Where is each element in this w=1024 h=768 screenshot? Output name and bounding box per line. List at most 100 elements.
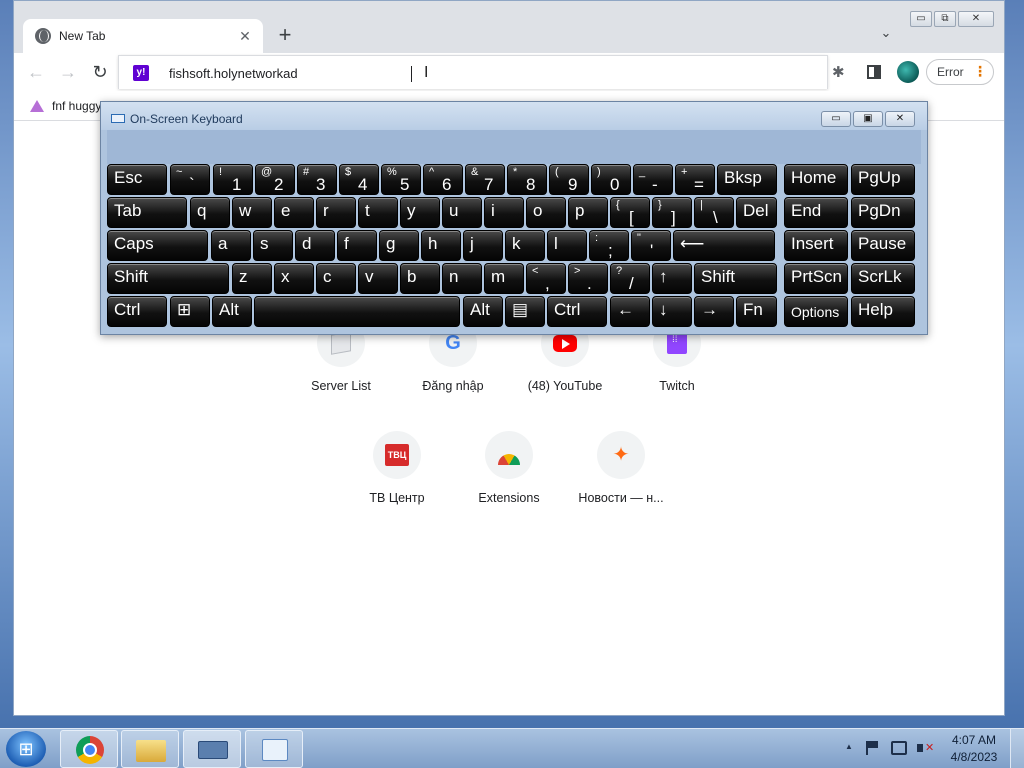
onscreen-keyboard-icon[interactable] [183,730,241,768]
key-bksp[interactable]: Bksp [717,164,777,195]
key-alt[interactable]: Alt [463,296,503,327]
shortcut-tile[interactable]: ✦ Новости — н... [565,431,677,531]
key-esc[interactable]: Esc [107,164,167,195]
key-symbol[interactable]: <, [526,263,566,294]
key-prtscn[interactable]: PrtScn [784,263,848,294]
key-pause[interactable]: Pause [851,230,915,261]
key-up-arrow[interactable]: ↑ [652,263,692,294]
key-c[interactable]: c [316,263,356,294]
action-center-flag-icon[interactable] [866,741,878,755]
close-window-button[interactable]: ✕ [958,11,994,27]
key-caps[interactable]: Caps [107,230,208,261]
key-symbol[interactable]: _ - [633,164,673,195]
network-icon[interactable] [891,741,907,755]
control-panel-icon[interactable] [245,730,303,768]
bookmark-item[interactable]: fnf huggy [30,97,101,115]
osk-close-button[interactable]: ✕ [885,111,915,127]
key-4[interactable]: $4 [339,164,379,195]
key-symbol[interactable]: " ' [631,230,671,261]
tab-close-icon[interactable]: ✕ [235,26,255,46]
key-y[interactable]: y [400,197,440,228]
key-enter[interactable]: ⟵ [673,230,775,261]
forward-arrow-icon[interactable]: → [56,61,80,85]
extensions-puzzle-icon[interactable]: ✱ [832,63,852,81]
key-insert[interactable]: Insert [784,230,848,261]
key-symbol[interactable]: }] [652,197,692,228]
key-fn[interactable]: Fn [736,296,777,327]
clock-time[interactable]: 4:07 AM [944,733,1004,747]
key-r[interactable]: r [316,197,356,228]
key-l[interactable]: l [547,230,587,261]
key-symbol[interactable]: {[ [610,197,650,228]
key-8[interactable]: * 8 [507,164,547,195]
key-b[interactable]: b [400,263,440,294]
key-6[interactable]: ^ 6 [423,164,463,195]
key-ctrl[interactable]: Ctrl [107,296,167,327]
key-right-arrow[interactable]: → [694,296,734,327]
osk-titlebar[interactable]: On-Screen Keyboard ▭ ▣ ✕ [101,102,927,130]
key-symbol[interactable]: ~ ` [170,164,210,195]
key-g[interactable]: g [379,230,419,261]
key-del[interactable]: Del [736,197,777,228]
key-symbol[interactable]: :; [589,230,629,261]
key-help[interactable]: Help [851,296,915,327]
key-k[interactable]: k [505,230,545,261]
key-t[interactable]: t [358,197,398,228]
key-n[interactable]: n [442,263,482,294]
key-a[interactable]: a [211,230,251,261]
side-panel-icon[interactable] [867,65,881,79]
key-pgup[interactable]: PgUp [851,164,915,195]
key-symbol[interactable]: + = [675,164,715,195]
reload-icon[interactable]: ↻ [88,61,112,85]
address-bar[interactable]: y! I [118,55,828,89]
back-arrow-icon[interactable]: ← [24,61,48,85]
key-down-arrow[interactable]: ↓ [652,296,692,327]
key-pgdn[interactable]: PgDn [851,197,915,228]
key-9[interactable]: (9 [549,164,589,195]
key-s[interactable]: s [253,230,293,261]
key-m[interactable]: m [484,263,524,294]
profile-avatar[interactable] [897,61,919,83]
key-symbol[interactable]: ? / [610,263,650,294]
show-desktop-button[interactable] [1010,729,1024,768]
shortcut-tile[interactable]: ТВЦ ТВ Центр [341,431,453,531]
key-home[interactable]: Home [784,164,848,195]
key-x[interactable]: x [274,263,314,294]
key-5[interactable]: % 5 [381,164,421,195]
key-u[interactable]: u [442,197,482,228]
key-space[interactable] [254,296,460,327]
osk-minimize-button[interactable]: ▭ [821,111,851,127]
key-scrlk[interactable]: ScrLk [851,263,915,294]
start-button[interactable]: ⊞ [6,731,46,767]
key-windows-logo[interactable]: ⊞ [170,296,210,327]
tab-search-chevron-icon[interactable]: ⌄ [876,25,896,45]
error-menu-button[interactable]: Error ⋮ [926,59,994,85]
key-symbol[interactable]: | \ [694,197,734,228]
key-v[interactable]: v [358,263,398,294]
key-o[interactable]: o [526,197,566,228]
key-p[interactable]: p [568,197,608,228]
key-ctrl[interactable]: Ctrl [547,296,607,327]
key-1[interactable]: ! 1 [213,164,253,195]
key-w[interactable]: w [232,197,272,228]
key-7[interactable]: & 7 [465,164,505,195]
key-i[interactable]: i [484,197,524,228]
tray-expand-icon[interactable]: ▲ [845,742,853,751]
key-menu[interactable]: ▤ [505,296,545,327]
key-alt[interactable]: Alt [212,296,252,327]
chrome-icon[interactable] [60,730,118,768]
clock-date[interactable]: 4/8/2023 [944,750,1004,764]
key-e[interactable]: e [274,197,314,228]
key-shift[interactable]: Shift [107,263,229,294]
key-end[interactable]: End [784,197,848,228]
key-0[interactable]: ) 0 [591,164,631,195]
key-options[interactable]: Options [784,296,848,327]
key-d[interactable]: d [295,230,335,261]
restore-button[interactable]: ⧉ [934,11,956,27]
key-tab[interactable]: Tab [107,197,187,228]
key-h[interactable]: h [421,230,461,261]
key-f[interactable]: f [337,230,377,261]
explorer-icon[interactable] [121,730,179,768]
key-left-arrow[interactable]: ← [610,296,650,327]
key-3[interactable]: #3 [297,164,337,195]
